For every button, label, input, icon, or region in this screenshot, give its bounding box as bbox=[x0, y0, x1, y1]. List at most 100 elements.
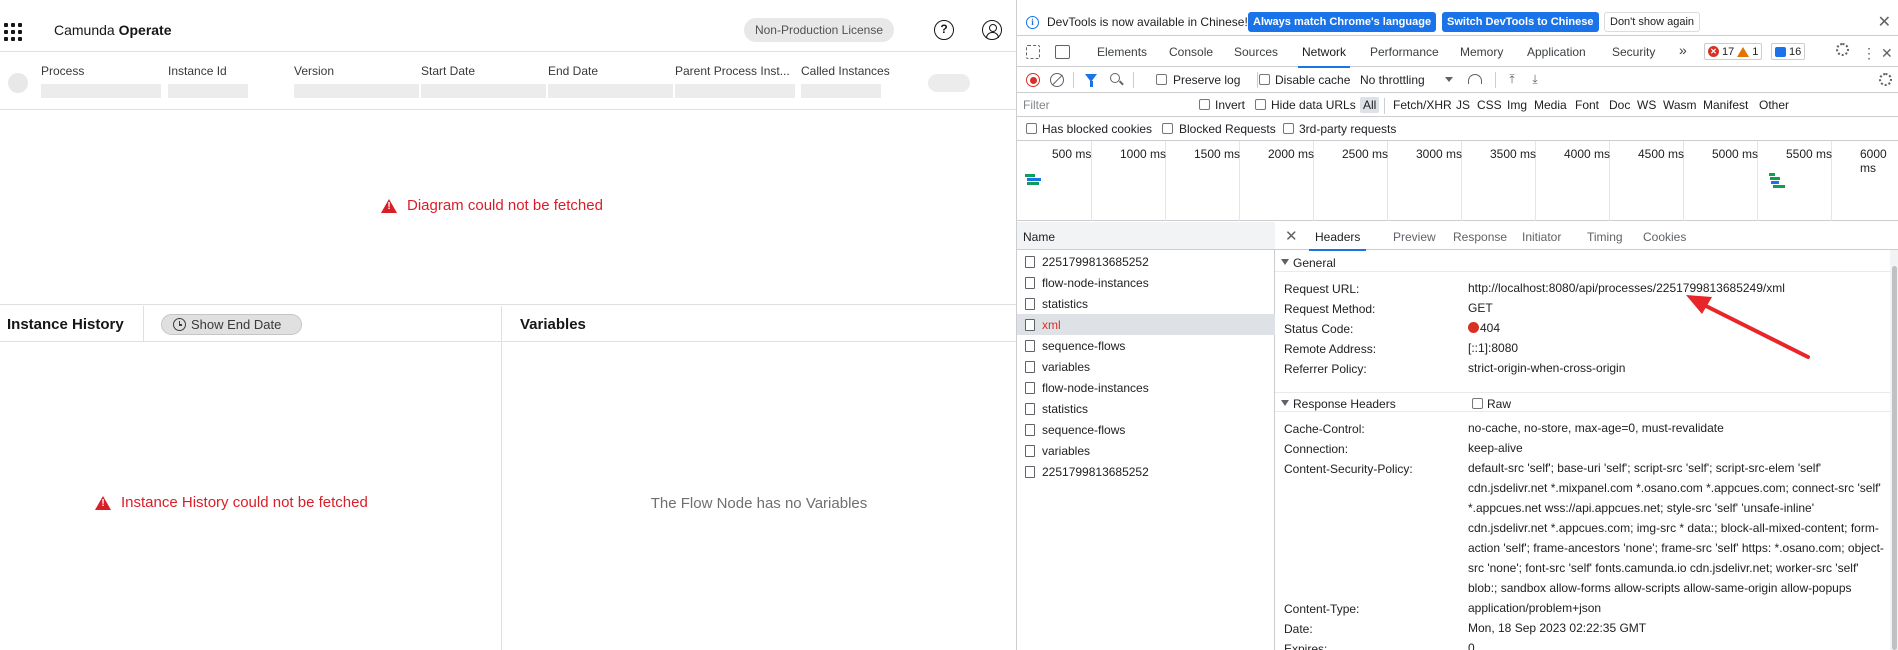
request-row[interactable]: variables bbox=[1017, 440, 1275, 461]
dont-show-again-button[interactable]: Don't show again bbox=[1604, 12, 1701, 32]
blocked-requests-checkbox[interactable] bbox=[1162, 123, 1173, 134]
settings-gear-icon[interactable] bbox=[1836, 43, 1849, 56]
skeleton-version bbox=[294, 84, 419, 98]
general-section-header[interactable]: General bbox=[1275, 252, 1898, 272]
network-settings-icon[interactable] bbox=[1879, 73, 1892, 86]
app-switcher-icon[interactable] bbox=[2, 21, 24, 43]
close-infobar-icon[interactable]: ✕ bbox=[1878, 12, 1891, 32]
type-filter-fetch-xhr[interactable]: Fetch/XHR bbox=[1390, 97, 1455, 113]
more-tabs-icon[interactable]: » bbox=[1679, 42, 1687, 58]
search-icon[interactable] bbox=[1110, 73, 1120, 83]
devtools-panel: i DevTools is now available in Chinese! … bbox=[1016, 0, 1898, 650]
request-name: statistics bbox=[1042, 402, 1089, 416]
type-filter-ws[interactable]: WS bbox=[1634, 97, 1659, 113]
app-brand[interactable]: Camunda Operate bbox=[54, 22, 172, 38]
help-icon[interactable]: ? bbox=[934, 20, 954, 40]
skeleton-called-instances bbox=[801, 84, 881, 98]
tab-headers[interactable]: Headers bbox=[1308, 230, 1367, 251]
switch-language-button[interactable]: Switch DevTools to Chinese bbox=[1442, 12, 1599, 32]
type-filter-wasm[interactable]: Wasm bbox=[1660, 97, 1700, 113]
inspect-element-icon[interactable] bbox=[1026, 45, 1040, 59]
tab-elements[interactable]: Elements bbox=[1097, 45, 1147, 59]
match-language-button[interactable]: Always match Chrome's language bbox=[1248, 12, 1437, 32]
type-filter-css[interactable]: CSS bbox=[1474, 97, 1505, 113]
device-toolbar-icon[interactable] bbox=[1055, 45, 1070, 59]
request-row[interactable]: sequence-flows bbox=[1017, 419, 1275, 440]
tab-console[interactable]: Console bbox=[1169, 45, 1213, 59]
col-parent-instance: Parent Process Inst... bbox=[675, 64, 790, 78]
type-filter-img[interactable]: Img bbox=[1504, 97, 1530, 113]
blocked-cookies-checkbox[interactable] bbox=[1026, 123, 1037, 134]
request-row[interactable]: 2251799813685252 bbox=[1017, 461, 1275, 482]
import-har-icon[interactable]: ⤒ bbox=[1506, 72, 1518, 86]
request-row[interactable]: xml bbox=[1017, 314, 1275, 335]
show-end-date-button[interactable]: Show End Date bbox=[161, 314, 302, 335]
tab-application[interactable]: Application bbox=[1527, 45, 1586, 59]
hide-data-urls-checkbox[interactable] bbox=[1255, 99, 1266, 110]
issues-counter[interactable]: ✕ 17 1 bbox=[1704, 43, 1763, 60]
invert-checkbox[interactable] bbox=[1199, 99, 1210, 110]
tab-memory[interactable]: Memory bbox=[1460, 45, 1503, 59]
request-row[interactable]: variables bbox=[1017, 356, 1275, 377]
type-filter-media[interactable]: Media bbox=[1531, 97, 1570, 113]
request-row[interactable]: statistics bbox=[1017, 293, 1275, 314]
disable-cache-checkbox[interactable] bbox=[1259, 74, 1270, 85]
details-scrollbar-thumb[interactable] bbox=[1892, 266, 1897, 650]
messages-counter[interactable]: 16 bbox=[1771, 43, 1806, 60]
tab-initiator[interactable]: Initiator bbox=[1522, 230, 1561, 244]
col-start-date: Start Date bbox=[421, 64, 476, 78]
header-value: application/problem+json bbox=[1468, 601, 1602, 615]
request-name: sequence-flows bbox=[1042, 339, 1126, 353]
type-filter-other[interactable]: Other bbox=[1756, 97, 1792, 113]
tab-sources[interactable]: Sources bbox=[1234, 45, 1278, 59]
request-row[interactable]: statistics bbox=[1017, 398, 1275, 419]
type-filter-all[interactable]: All bbox=[1360, 97, 1380, 113]
network-overview-timeline[interactable]: 500 ms 1000 ms 1500 ms 2000 ms 2500 ms 3… bbox=[1017, 141, 1898, 221]
name-column-header[interactable]: Name bbox=[1017, 222, 1275, 250]
user-profile-icon[interactable] bbox=[982, 20, 1002, 40]
tab-response[interactable]: Response bbox=[1453, 230, 1507, 244]
type-filter-js[interactable]: JS bbox=[1453, 97, 1473, 113]
tab-cookies[interactable]: Cookies bbox=[1643, 230, 1686, 244]
show-end-date-label: Show End Date bbox=[191, 317, 282, 332]
request-row[interactable]: sequence-flows bbox=[1017, 335, 1275, 356]
third-party-checkbox[interactable] bbox=[1283, 123, 1294, 134]
filter-input[interactable]: Filter bbox=[1021, 96, 1151, 114]
throttling-select[interactable]: No throttling bbox=[1360, 73, 1425, 87]
close-details-icon[interactable]: ✕ bbox=[1285, 227, 1298, 245]
header-key: Connection: bbox=[1284, 442, 1349, 456]
tab-performance[interactable]: Performance bbox=[1370, 45, 1439, 59]
header-key: Request Method: bbox=[1284, 302, 1376, 316]
waterfall-bar bbox=[1770, 177, 1780, 180]
third-party-label: 3rd-party requests bbox=[1299, 122, 1397, 136]
type-filter-doc[interactable]: Doc bbox=[1606, 97, 1633, 113]
license-badge[interactable]: Non-Production License bbox=[744, 18, 894, 42]
request-list: Name 2251799813685252 flow-node-instances… bbox=[1017, 222, 1275, 650]
close-devtools-icon[interactable]: ✕ bbox=[1881, 45, 1893, 62]
type-filter-font[interactable]: Font bbox=[1572, 97, 1602, 113]
history-error: Instance History could not be fetched bbox=[95, 494, 368, 511]
response-headers-section-header[interactable]: Response Headers Raw bbox=[1275, 392, 1898, 412]
type-filter-manifest[interactable]: Manifest bbox=[1700, 97, 1751, 113]
timeline-tick-label: 500 ms bbox=[1052, 147, 1092, 161]
chevron-down-icon[interactable] bbox=[1445, 77, 1453, 82]
request-url-value: http://localhost:8080/api/processes/2251… bbox=[1468, 281, 1785, 295]
document-icon bbox=[1025, 382, 1035, 394]
tab-network[interactable]: Network bbox=[1297, 45, 1351, 68]
header-key: Referrer Policy: bbox=[1284, 362, 1367, 376]
record-icon[interactable] bbox=[1026, 73, 1040, 87]
tab-preview[interactable]: Preview bbox=[1393, 230, 1436, 244]
clear-icon[interactable] bbox=[1050, 73, 1064, 87]
tab-timing[interactable]: Timing bbox=[1587, 230, 1623, 244]
request-row[interactable]: flow-node-instances bbox=[1017, 377, 1275, 398]
infobar-text: DevTools is now available in Chinese! bbox=[1047, 15, 1248, 29]
preserve-log-checkbox[interactable] bbox=[1156, 74, 1167, 85]
request-row[interactable]: 2251799813685252 bbox=[1017, 251, 1275, 272]
export-har-icon[interactable]: ⤓ bbox=[1529, 72, 1541, 86]
filter-icon[interactable] bbox=[1085, 74, 1097, 87]
more-options-icon[interactable]: ⋮ bbox=[1862, 45, 1876, 62]
raw-checkbox[interactable] bbox=[1472, 398, 1483, 409]
request-row[interactable]: flow-node-instances bbox=[1017, 272, 1275, 293]
network-conditions-icon[interactable] bbox=[1468, 74, 1482, 84]
tab-security[interactable]: Security bbox=[1612, 45, 1655, 59]
